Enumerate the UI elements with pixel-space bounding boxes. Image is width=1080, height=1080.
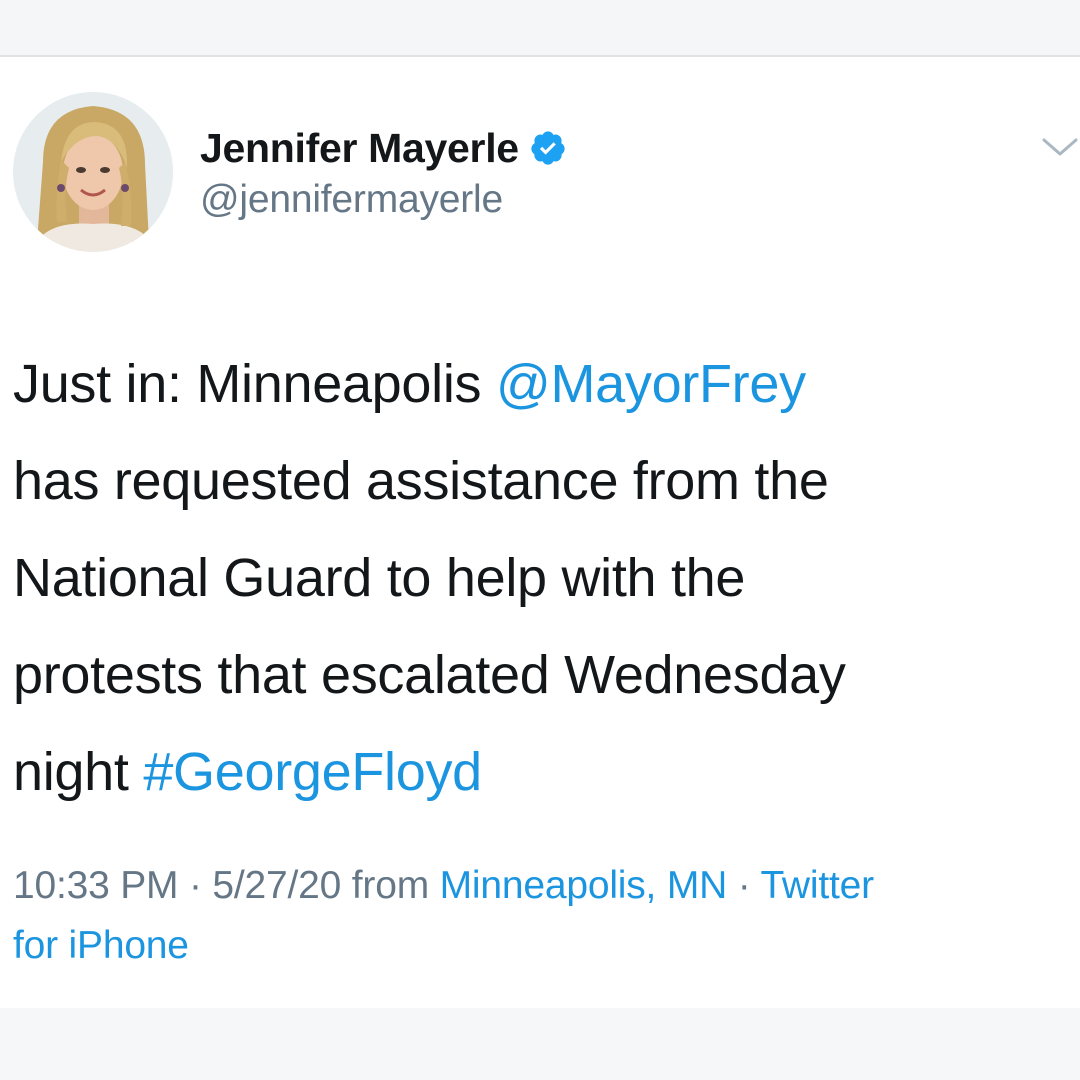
meta-line: 10:33 PM · 5/27/20 from Minneapolis, MN … bbox=[13, 856, 1080, 916]
hashtag-link[interactable]: #GeorgeFloyd bbox=[143, 742, 482, 802]
profile-photo bbox=[13, 92, 173, 252]
avatar[interactable] bbox=[13, 92, 173, 252]
source-link[interactable]: Twitter bbox=[760, 864, 874, 907]
tweet-line: protests that escalated Wednesday bbox=[13, 645, 846, 705]
location-link[interactable]: Minneapolis, MN bbox=[440, 864, 728, 907]
meta-line: for iPhone bbox=[13, 916, 1080, 976]
source-link-continued[interactable]: for iPhone bbox=[13, 924, 189, 967]
tweet-line: has requested assistance from the bbox=[13, 451, 829, 511]
author-name-row[interactable]: Jennifer Mayerle bbox=[200, 122, 567, 174]
author-handle[interactable]: @jennifermayerle bbox=[200, 178, 503, 222]
from-label: from bbox=[341, 864, 440, 907]
display-name[interactable]: Jennifer Mayerle bbox=[200, 125, 519, 172]
tweet-line-text: night bbox=[13, 742, 144, 802]
verified-badge-icon bbox=[529, 129, 567, 167]
tweet-date[interactable]: 5/27/20 bbox=[212, 864, 341, 907]
meta-separator: · bbox=[178, 864, 213, 907]
tweet-time[interactable]: 10:33 PM bbox=[13, 864, 179, 907]
tweet-line-text: Just in: Minneapolis bbox=[13, 354, 496, 414]
tweet-line: night #GeorgeFloyd bbox=[13, 724, 1053, 821]
tweet-line: National Guard to help with the bbox=[13, 548, 746, 608]
tweet-meta: 10:33 PM · 5/27/20 from Minneapolis, MN … bbox=[13, 856, 1080, 976]
bottom-bar-background bbox=[0, 1008, 1080, 1080]
mention-link[interactable]: @MayorFrey bbox=[496, 354, 806, 414]
tweet-text: Just in: Minneapolis @MayorFrey has requ… bbox=[13, 336, 1053, 821]
chevron-down-icon[interactable] bbox=[1040, 132, 1080, 162]
tweet-line: Just in: Minneapolis @MayorFrey bbox=[13, 336, 1053, 433]
meta-separator: · bbox=[727, 864, 761, 907]
top-bar-background bbox=[0, 0, 1080, 56]
